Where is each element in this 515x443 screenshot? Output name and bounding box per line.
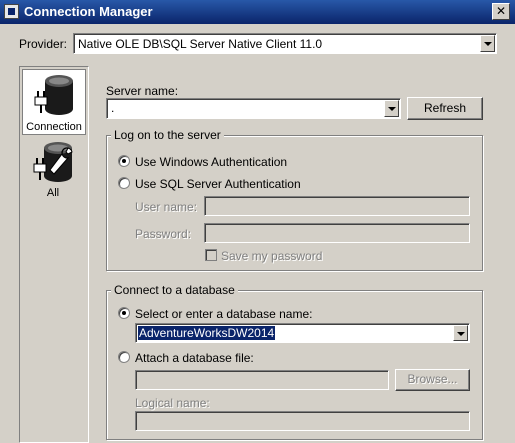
sidebar-item-connection[interactable]: Connection	[22, 69, 86, 135]
save-password-checkbox[interactable]	[205, 249, 217, 261]
chevron-down-icon[interactable]	[480, 35, 495, 52]
browse-button[interactable]: Browse...	[395, 369, 470, 391]
provider-select[interactable]: Native OLE DB\SQL Server Native Client 1…	[73, 33, 497, 54]
server-name-combo[interactable]: .	[106, 98, 401, 119]
server-name-label: Server name:	[106, 84, 179, 98]
logical-name-field[interactable]	[135, 411, 470, 431]
attach-db-field[interactable]	[135, 370, 389, 390]
username-field[interactable]	[204, 196, 470, 216]
provider-value: Native OLE DB\SQL Server Native Client 1…	[78, 37, 323, 51]
sidebar-item-label: All	[46, 187, 60, 199]
password-field[interactable]	[204, 223, 470, 243]
sidebar: Connection All	[19, 66, 89, 443]
database-value: AdventureWorksDW2014	[138, 326, 276, 340]
chevron-down-icon[interactable]	[453, 325, 468, 341]
select-db-radio[interactable]	[118, 307, 130, 319]
sidebar-item-all[interactable]: All	[22, 139, 86, 203]
windows-auth-radio[interactable]	[118, 155, 130, 167]
refresh-button[interactable]: Refresh	[407, 97, 483, 120]
server-name-value: .	[111, 101, 115, 115]
attach-db-label[interactable]: Attach a database file:	[135, 351, 254, 365]
select-db-label[interactable]: Select or enter a database name:	[135, 307, 312, 321]
password-label: Password:	[135, 227, 192, 241]
app-icon	[4, 4, 19, 19]
chevron-down-icon[interactable]	[384, 100, 399, 117]
database-selection: AdventureWorksDW2014	[138, 326, 276, 340]
sidebar-item-label: Connection	[26, 121, 82, 133]
sql-auth-radio[interactable]	[118, 177, 130, 189]
database-legend: Connect to a database	[111, 283, 238, 297]
attach-db-radio[interactable]	[118, 351, 130, 363]
close-icon: ✕	[495, 4, 507, 18]
windows-auth-label[interactable]: Use Windows Authentication	[135, 155, 287, 169]
database-wrench-icon	[33, 142, 73, 182]
logical-name-label: Logical name:	[135, 396, 210, 410]
close-button[interactable]: ✕	[492, 3, 510, 20]
database-plug-icon	[34, 75, 73, 115]
title-bar: Connection Manager ✕	[0, 0, 515, 24]
username-label: User name:	[135, 200, 198, 214]
logon-legend: Log on to the server	[111, 128, 224, 142]
save-password-label[interactable]: Save my password	[221, 249, 322, 263]
provider-label: Provider:	[19, 37, 68, 51]
sql-auth-label[interactable]: Use SQL Server Authentication	[135, 177, 301, 191]
window-title: Connection Manager	[24, 4, 153, 19]
database-combo[interactable]: AdventureWorksDW2014	[135, 323, 470, 343]
